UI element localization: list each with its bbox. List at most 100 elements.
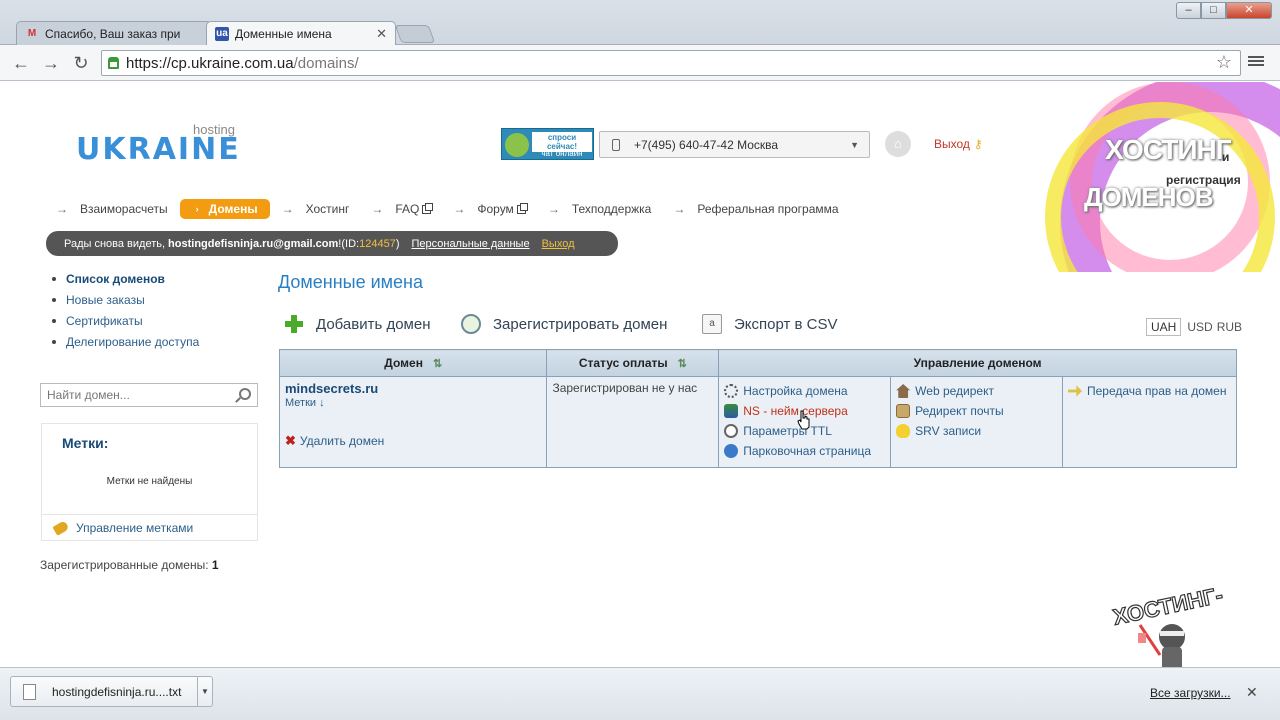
sidebar-item[interactable]: Делегирование доступа xyxy=(52,333,199,354)
management-cell-3: Передача прав на домен xyxy=(1061,376,1238,468)
gear-icon xyxy=(724,384,739,398)
tab-title: Спасибо, Ваш заказ при xyxy=(45,26,181,41)
browser-tab-domains[interactable]: ua Доменные имена ✕ xyxy=(206,21,396,45)
url-path: /domains/ xyxy=(293,54,359,72)
hand-cursor-icon xyxy=(797,410,810,430)
welcome-logout-link[interactable]: Выход xyxy=(542,238,575,250)
gmail-icon: M xyxy=(27,28,37,39)
sidebar-item[interactable]: Сертификаты xyxy=(52,312,199,333)
currency-usd[interactable]: USD xyxy=(1187,320,1212,334)
maximize-button[interactable]: □ xyxy=(1201,2,1226,19)
col-management-header: Управление доменом xyxy=(718,349,1237,377)
forward-icon[interactable]: → xyxy=(40,52,62,74)
nav-item[interactable]: → Реферальная программа xyxy=(673,202,838,216)
domain-name-link[interactable]: mindsecrets.ru xyxy=(285,381,541,396)
new-tab-button[interactable] xyxy=(394,25,436,43)
add-domain-button[interactable]: Добавить домен xyxy=(284,313,431,335)
management-link[interactable]: Настройка домена xyxy=(724,381,885,401)
promo-line1: ХОСТИНГ xyxy=(1105,134,1232,165)
logo[interactable]: hosting UKRAINE xyxy=(76,122,276,167)
id-suffix: ) xyxy=(395,237,400,250)
tags-empty-text: Метки не найдены xyxy=(106,476,193,487)
sidebar-item[interactable]: Список доменов xyxy=(52,270,199,291)
domain-tags-link[interactable]: Метки ↓ xyxy=(285,397,541,409)
nav-item[interactable]: → Техподдержка xyxy=(548,202,652,216)
close-tab-icon[interactable]: ✕ xyxy=(376,26,387,42)
bookmark-star-icon[interactable]: ☆ xyxy=(1216,52,1232,73)
file-icon xyxy=(23,683,36,700)
home-icon[interactable]: ⌂ xyxy=(885,131,911,157)
manage-tags-label: Управление метками xyxy=(76,521,194,535)
management-list: Передача прав на домен xyxy=(1067,381,1231,401)
management-link[interactable]: Передача прав на домен xyxy=(1067,381,1231,401)
download-filename: hostingdefisninja.ru....txt xyxy=(52,684,182,699)
welcome-bar: Рады снова видеть, hostingdefisninja.ru@… xyxy=(46,231,618,256)
nav-item[interactable]: → Форум xyxy=(453,202,528,216)
nav-item-label: Взаиморасчеты xyxy=(80,202,168,216)
management-link[interactable]: Парковочная страница xyxy=(724,441,885,461)
sort-asc-icon[interactable]: ⇅ xyxy=(433,357,442,370)
tags-panel: Метки: Метки не найдены Управление метка… xyxy=(41,423,258,541)
personal-data-link[interactable]: Персональные данные xyxy=(411,238,529,250)
chevron-down-icon[interactable]: ▼ xyxy=(197,677,212,706)
col-management-label: Управление доменом xyxy=(913,356,1042,370)
management-link-label: NS - нейм сервера xyxy=(743,404,848,418)
reload-icon[interactable]: ↻ xyxy=(70,52,92,74)
id-prefix: (ID: xyxy=(341,237,360,250)
search-icon[interactable] xyxy=(239,388,251,400)
management-link[interactable]: Web редирект xyxy=(896,381,1057,401)
management-list: Web редирект Редирект почты SRV записи xyxy=(896,381,1057,441)
chat-widget[interactable]: спроси сейчас! чат онлайн xyxy=(501,128,594,160)
payment-status: Зарегистрирован не у нас xyxy=(552,381,698,395)
tag-icon xyxy=(52,520,70,536)
back-icon[interactable]: ← xyxy=(10,52,32,74)
sort-desc-icon[interactable]: ⇅ xyxy=(678,357,687,370)
domain-cell: mindsecrets.ru Метки ↓ ✖ Удалить домен xyxy=(278,376,548,468)
management-link-label: Параметры TTL xyxy=(743,424,832,438)
nav-item[interactable]: → Хостинг xyxy=(282,202,350,216)
currency-uah[interactable]: UAH xyxy=(1146,318,1182,336)
download-item[interactable]: hostingdefisninja.ru....txt ▼ xyxy=(10,676,213,707)
chat-people-icon xyxy=(505,133,529,157)
nav-arrow-icon: → xyxy=(56,202,68,216)
page-title: Доменные имена xyxy=(278,272,424,292)
browser-menu-icon[interactable] xyxy=(1248,54,1264,70)
close-icon[interactable]: ✕ xyxy=(1246,684,1258,701)
promo-banner: ХОСТИНГ и регистрация ДОМЕНОВ xyxy=(1040,82,1280,272)
close-window-button[interactable]: ✕ xyxy=(1226,2,1272,19)
show-all-downloads-link[interactable]: Все загрузки... xyxy=(1150,686,1231,700)
promo-line3: ДОМЕНОВ xyxy=(1084,182,1214,212)
phone-select[interactable]: +7(495) 640-47-42 Москва ▼ xyxy=(599,131,870,158)
browser-tab-gmail[interactable]: M Спасибо, Ваш заказ при xyxy=(16,21,212,45)
manage-tags-link[interactable]: Управление метками xyxy=(42,514,257,541)
sidebar-menu: Список доменов Новые заказы Сертификаты Дел… xyxy=(52,270,199,354)
register-domain-button[interactable]: Зарегистрировать домен xyxy=(461,313,667,335)
nav-arrow-icon: → xyxy=(371,202,384,216)
lock-icon xyxy=(108,57,119,69)
col-domain-header[interactable]: Домен ⇅ xyxy=(278,349,548,377)
export-csv-button[interactable]: a Экспорт в CSV xyxy=(702,313,838,335)
nav-arrow-icon: → xyxy=(547,202,560,216)
management-link-label: Парковочная страница xyxy=(743,444,872,458)
col-status-header[interactable]: Статус оплаты ⇅ xyxy=(546,349,720,377)
nav-item[interactable]: › Домены xyxy=(179,199,270,219)
management-link[interactable]: Редирект почты xyxy=(896,401,1057,421)
nav-arrow-icon: → xyxy=(281,202,294,216)
domain-search-input[interactable] xyxy=(47,388,227,402)
management-link[interactable]: SRV записи xyxy=(896,421,1057,441)
sidebar-item[interactable]: Новые заказы xyxy=(52,291,199,312)
nav-item[interactable]: → Взаиморасчеты xyxy=(56,202,168,216)
phone-icon xyxy=(612,138,620,151)
tags-title: Метки: xyxy=(62,435,109,451)
currency-rub[interactable]: RUB xyxy=(1217,320,1242,334)
download-shelf: hostingdefisninja.ru....txt ▼ Все загруз… xyxy=(0,667,1280,720)
address-bar[interactable]: https://cp.ukraine.com.ua /domains/ ☆ xyxy=(101,50,1241,76)
minimize-button[interactable]: – xyxy=(1176,2,1201,19)
nav-item-label: Хостинг xyxy=(305,202,350,216)
logout-link[interactable]: Выход ⚷ xyxy=(934,137,983,151)
nav-item[interactable]: → FAQ xyxy=(371,202,434,216)
browser-tab-strip: M Спасибо, Ваш заказ при ua Доменные име… xyxy=(0,0,1280,45)
add-domain-label: Добавить домен xyxy=(316,315,431,333)
delete-domain-button[interactable]: ✖ Удалить домен xyxy=(285,433,541,449)
management-link-label: Настройка домена xyxy=(743,384,848,398)
